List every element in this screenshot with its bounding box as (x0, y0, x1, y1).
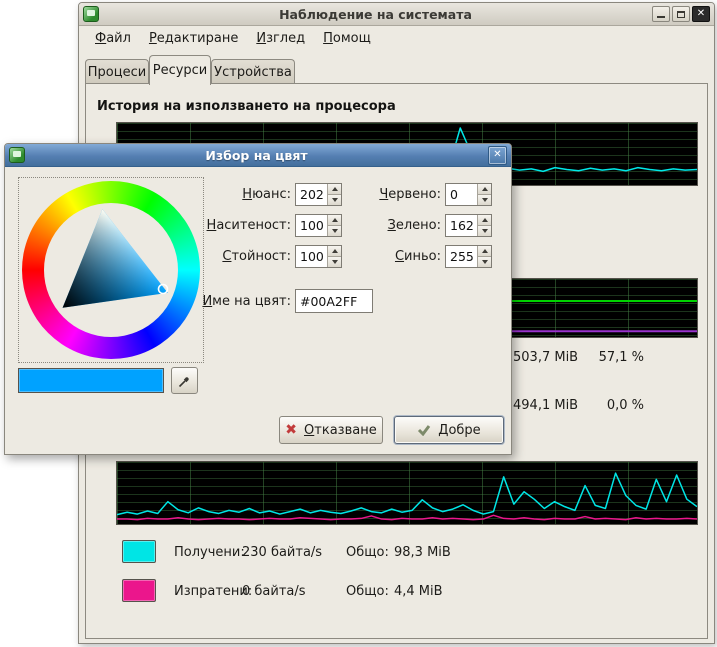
sent-legend-row: Изпратени: 0 байта/s Общо: 4,4 MiB (174, 580, 443, 602)
network-history-chart (116, 461, 698, 525)
red-spinner (445, 183, 492, 206)
maximize-button[interactable] (672, 6, 690, 22)
dialog-app-icon (9, 147, 25, 163)
green-label: Зелено: (357, 214, 441, 237)
saturation-spinner (295, 214, 342, 237)
dialog-close-button[interactable]: ✕ (488, 146, 507, 165)
hue-down-button[interactable] (328, 194, 341, 205)
maximize-icon (677, 11, 685, 18)
ok-button[interactable]: Добре (394, 416, 504, 444)
sent-total-label: Общо: (346, 584, 394, 599)
red-down-button[interactable] (478, 194, 491, 205)
green-input[interactable] (446, 215, 477, 236)
sent-total: 4,4 MiB (394, 584, 443, 599)
main-titlebar[interactable]: Наблюдение на системата ✕ (79, 3, 714, 26)
window-controls: ✕ (652, 6, 710, 22)
main-window-title: Наблюдение на системата (103, 7, 648, 22)
value-label: Стойност: (155, 245, 291, 268)
blue-down-button[interactable] (478, 256, 491, 267)
sent-label: Изпратени: (174, 584, 242, 599)
value-down-button[interactable] (328, 256, 341, 267)
ok-button-label: Добре (438, 423, 480, 438)
blue-input[interactable] (446, 246, 477, 267)
menu-view[interactable]: Изглед (248, 28, 313, 49)
saturation-down-button[interactable] (328, 225, 341, 236)
blue-spinner (445, 245, 492, 268)
green-down-button[interactable] (478, 225, 491, 236)
blue-up-button[interactable] (478, 246, 491, 256)
dialog-titlebar[interactable]: Избор на цвят ✕ (5, 144, 511, 167)
received-rate: 230 байта/s (242, 545, 346, 560)
received-legend-row: Получени: 230 байта/s Общо: 98,3 MiB (174, 541, 451, 563)
received-total: 98,3 MiB (394, 545, 451, 560)
hue-label: Нюанс: (155, 183, 291, 206)
green-spinner (445, 214, 492, 237)
red-input[interactable] (446, 184, 477, 205)
eyedropper-button[interactable] (171, 367, 198, 394)
sent-rate: 0 байта/s (242, 584, 346, 599)
eyedropper-icon (177, 373, 193, 389)
color-name-input[interactable] (295, 289, 373, 313)
menu-file[interactable]: Файл (87, 28, 139, 49)
hue-up-button[interactable] (328, 184, 341, 194)
tab-devices[interactable]: Устройства (211, 59, 295, 84)
color-name-label: Име на цвят: (155, 290, 291, 313)
app-icon (83, 6, 99, 22)
menubar: Файл Редактиране Изглед Помощ (79, 25, 714, 51)
red-up-button[interactable] (478, 184, 491, 194)
cancel-button-label: Отказване (304, 423, 377, 438)
dialog-title: Избор на цвят (29, 148, 484, 163)
value-up-button[interactable] (328, 246, 341, 256)
hue-input[interactable] (296, 184, 327, 205)
blue-label: Синьо: (357, 245, 441, 268)
green-up-button[interactable] (478, 215, 491, 225)
tab-resources[interactable]: Ресурси (149, 55, 211, 85)
value-input[interactable] (296, 246, 327, 267)
color-wheel[interactable] (22, 181, 200, 359)
color-preview (18, 368, 164, 393)
received-color-swatch[interactable] (122, 540, 156, 563)
swap-percent: 0,0 % (584, 398, 644, 413)
close-button[interactable]: ✕ (692, 6, 710, 22)
red-label: Червено: (357, 183, 441, 206)
saturation-label: Наситеност: (155, 214, 291, 237)
minimize-icon (657, 16, 665, 18)
memory-percent: 57,1 % (584, 350, 644, 365)
tab-processes[interactable]: Процеси (85, 59, 149, 84)
value-spinner (295, 245, 342, 268)
memory-amount: 503,7 MiB (513, 350, 578, 365)
swap-amount: 494,1 MiB (513, 398, 578, 413)
cancel-icon: ✖ (285, 423, 297, 437)
saturation-up-button[interactable] (328, 215, 341, 225)
hue-spinner (295, 183, 342, 206)
sv-triangle[interactable] (22, 181, 200, 359)
menu-help[interactable]: Помощ (315, 28, 379, 49)
cpu-history-title: История на използването на процесора (97, 99, 396, 114)
received-label: Получени: (174, 545, 242, 560)
desktop: Наблюдение на системата ✕ Файл Редактира… (0, 0, 717, 647)
cancel-button[interactable]: ✖ Отказване (279, 416, 383, 444)
received-total-label: Общо: (346, 545, 394, 560)
sent-color-swatch[interactable] (122, 579, 156, 602)
color-picker-dialog: Избор на цвят ✕ (4, 143, 512, 455)
menu-edit[interactable]: Редактиране (141, 28, 246, 49)
minimize-button[interactable] (652, 6, 670, 22)
ok-icon (417, 424, 431, 436)
saturation-input[interactable] (296, 215, 327, 236)
